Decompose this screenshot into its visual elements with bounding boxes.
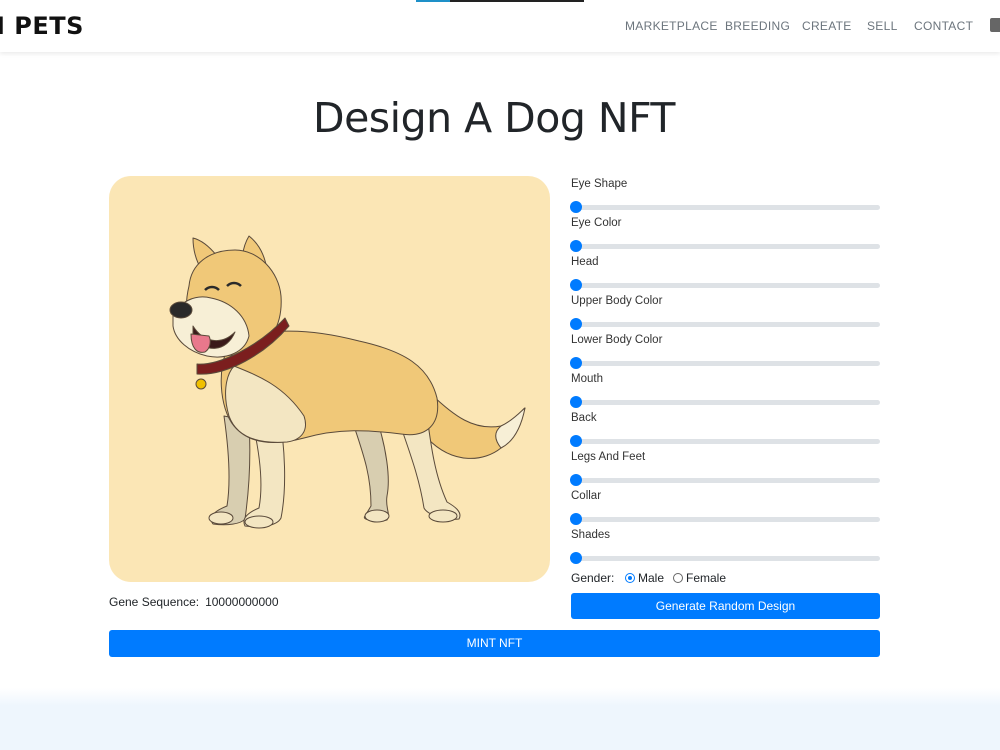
dog-back-leg-far [353,425,389,522]
slider-collar[interactable] [570,513,880,525]
trait-label-eye-shape: Eye Shape [571,178,628,190]
nav-marketplace[interactable]: MARKETPLACE [625,19,718,33]
slider-thumb[interactable] [570,513,582,525]
slider-thumb[interactable] [570,357,582,369]
slider-head[interactable] [570,279,880,291]
gender-female-label[interactable]: Female [686,571,726,585]
nav-breeding[interactable]: BREEDING [725,19,790,33]
gene-sequence: Gene Sequence: 10000000000 [109,595,279,609]
slider-thumb[interactable] [570,474,582,486]
mint-nft-button[interactable]: MINT NFT [109,630,880,657]
slider-thumb[interactable] [570,552,582,564]
slider-lower-body-color[interactable] [570,357,880,369]
trait-label-legs-and-feet: Legs And Feet [571,451,646,463]
trait-label-mouth: Mouth [571,373,603,385]
slider-legs-and-feet[interactable] [570,474,880,486]
slider-thumb[interactable] [570,240,582,252]
nav-create[interactable]: CREATE [802,19,852,33]
trait-label-upper-body-color: Upper Body Color [571,295,663,307]
slider-mouth[interactable] [570,396,880,408]
gene-sequence-label: Gene Sequence: [109,595,200,609]
gender-label: Gender: [571,571,615,585]
slider-shades[interactable] [570,552,880,564]
nav-links: MARKETPLACE BREEDING CREATE SELL CONTACT [0,19,1000,35]
nav-contact[interactable]: CONTACT [914,19,973,33]
trait-label-shades: Shades [571,529,611,541]
generate-random-design-button[interactable]: Generate Random Design [571,593,880,619]
slider-eye-shape[interactable] [570,201,880,213]
slider-thumb[interactable] [570,435,582,447]
top-scrollbar-strip [416,0,584,2]
trait-label-lower-body-color: Lower Body Color [571,334,663,346]
trait-label-back: Back [571,412,597,424]
gender-male-label[interactable]: Male [638,571,664,585]
slider-back[interactable] [570,435,880,447]
dog-illustration [169,235,526,529]
gene-sequence-value: 10000000000 [205,595,279,609]
footer-band [0,688,1000,750]
trait-label-eye-color: Eye Color [571,217,622,229]
trait-label-collar: Collar [571,490,602,502]
slider-thumb[interactable] [570,201,582,213]
wallet-icon[interactable] [990,18,1000,32]
slider-thumb[interactable] [570,318,582,330]
page-title: Design A Dog NFT [313,94,675,142]
slider-thumb[interactable] [570,396,582,408]
slider-eye-color[interactable] [570,240,880,252]
top-navbar: I PETS MARKETPLACE BREEDING CREATE SELL … [0,0,1000,52]
dog-nose [169,301,193,319]
gender-male-radio[interactable] [625,573,635,583]
dog-collar-tag [195,378,207,390]
trait-label-head: Head [571,256,599,268]
slider-thumb[interactable] [570,279,582,291]
gender-female-radio[interactable] [673,573,683,583]
nav-sell[interactable]: SELL [867,19,898,33]
dog-preview-card [109,176,550,582]
top-strip-accent [416,0,450,2]
slider-upper-body-color[interactable] [570,318,880,330]
